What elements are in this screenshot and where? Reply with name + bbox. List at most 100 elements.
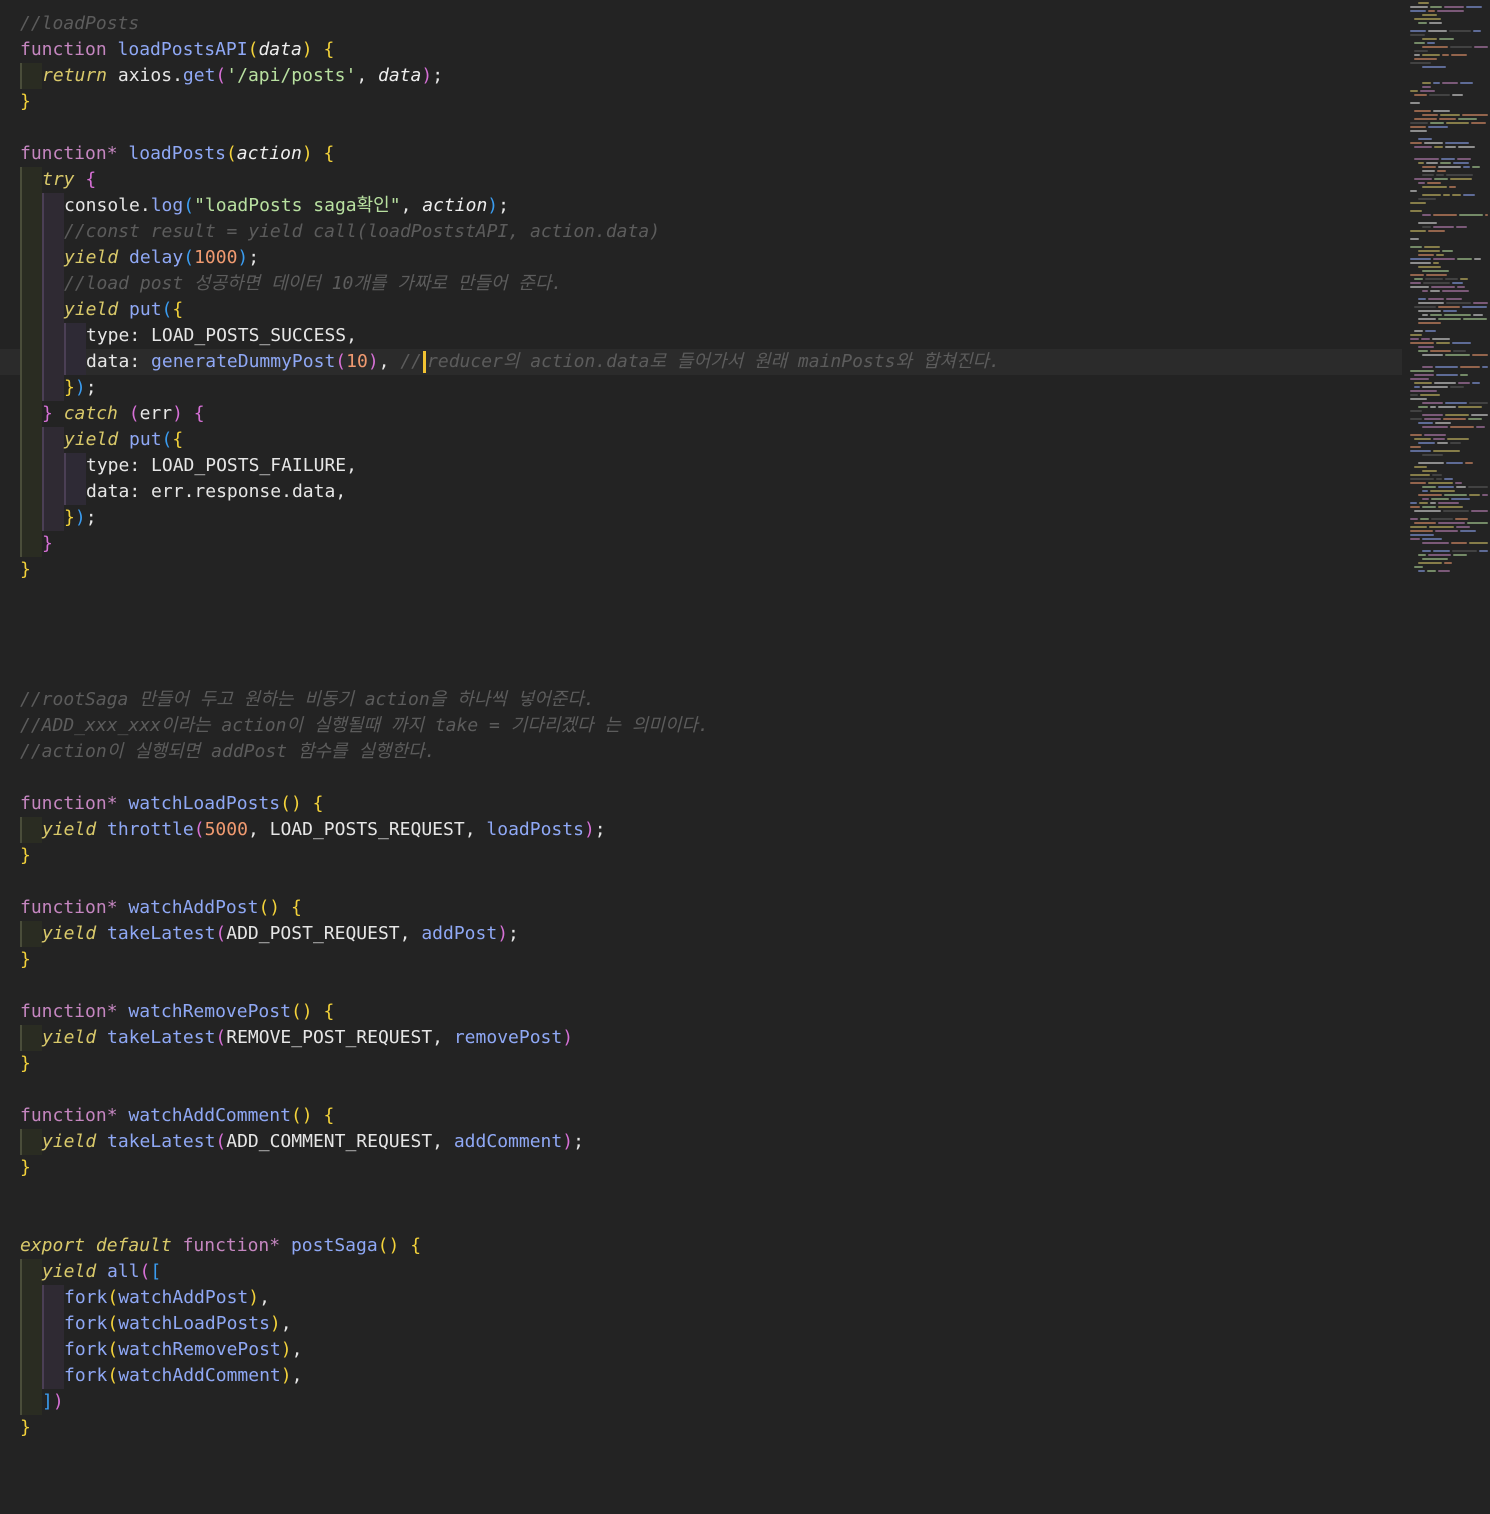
code-line[interactable]: fork(watchLoadPosts), <box>20 1311 1402 1337</box>
code-line[interactable]: } <box>20 531 1402 557</box>
indent-guide <box>42 1311 64 1337</box>
minimap-line <box>1410 130 1427 132</box>
minimap-line <box>1418 442 1435 444</box>
code-line[interactable]: ]) <box>20 1389 1402 1415</box>
code-line[interactable] <box>20 1207 1402 1233</box>
code-token: } <box>20 949 31 970</box>
code-line[interactable]: yield put({ <box>20 297 1402 323</box>
code-line[interactable]: function* watchLoadPosts() { <box>20 791 1402 817</box>
code-line[interactable]: function* watchRemovePost() { <box>20 999 1402 1025</box>
code-token: . <box>183 481 195 502</box>
code-line[interactable]: yield delay(1000); <box>20 245 1402 271</box>
minimap-line <box>1445 354 1470 356</box>
code-area[interactable]: //loadPosts function loadPostsAPI(data) {… <box>0 11 1402 1441</box>
code-line[interactable]: //rootSaga 만들어 두고 원하는 비동기 action을 하나씩 넣어… <box>20 687 1402 713</box>
code-line[interactable]: yield takeLatest(ADD_COMMENT_REQUEST, ad… <box>20 1129 1402 1155</box>
code-line[interactable]: //ADD_xxx_xxx이라는 action이 실행될때 까지 take = … <box>20 713 1402 739</box>
code-line[interactable]: yield put({ <box>20 427 1402 453</box>
code-line[interactable]: export default function* postSaga() { <box>20 1233 1402 1259</box>
minimap-line <box>1436 174 1444 176</box>
minimap-line <box>1456 226 1467 228</box>
minimap-line <box>1463 166 1470 168</box>
code-line[interactable]: yield takeLatest(ADD_POST_REQUEST, addPo… <box>20 921 1402 947</box>
code-line[interactable]: //action이 실행되면 addPost 함수를 실행한다. <box>20 739 1402 765</box>
minimap-line <box>1414 438 1431 440</box>
minimap-line <box>1438 506 1463 508</box>
code-line[interactable]: } <box>20 843 1402 869</box>
code-line[interactable]: } <box>20 947 1402 973</box>
minimap-line <box>1410 446 1421 448</box>
code-line[interactable] <box>20 973 1402 999</box>
code-line[interactable]: function* watchAddPost() { <box>20 895 1402 921</box>
minimap-line <box>1418 422 1433 424</box>
minimap-line <box>1410 378 1429 380</box>
minimap-line <box>1473 30 1481 32</box>
minimap-line <box>1418 562 1442 564</box>
code-line[interactable] <box>20 609 1402 635</box>
code-line[interactable]: } <box>20 1051 1402 1077</box>
code-line[interactable] <box>20 765 1402 791</box>
code-line[interactable]: function loadPostsAPI(data) { <box>20 37 1402 63</box>
minimap-line <box>1410 246 1422 248</box>
minimap-line <box>1455 518 1468 520</box>
code-line[interactable]: } <box>20 557 1402 583</box>
code-line[interactable] <box>20 115 1402 141</box>
code-line[interactable]: } <box>20 1415 1402 1441</box>
code-token: REMOVE_POST_REQUEST <box>226 1027 433 1048</box>
minimap-line <box>1422 226 1431 228</box>
code-line[interactable]: data: err.response.data, <box>20 479 1402 505</box>
minimap-line <box>1422 366 1433 368</box>
code-line[interactable]: function* loadPosts(action) { <box>20 141 1402 167</box>
code-line[interactable]: yield all([ <box>20 1259 1402 1285</box>
code-line[interactable]: yield takeLatest(REMOVE_POST_REQUEST, re… <box>20 1025 1402 1051</box>
code-line[interactable] <box>20 661 1402 687</box>
indent-guide <box>20 271 42 297</box>
minimap-line <box>1422 66 1446 68</box>
code-line[interactable]: } <box>20 1155 1402 1181</box>
minimap-line <box>1453 350 1466 352</box>
code-line[interactable]: type: LOAD_POSTS_FAILURE, <box>20 453 1402 479</box>
minimap[interactable] <box>1408 0 1490 580</box>
code-line[interactable] <box>20 1181 1402 1207</box>
code-line[interactable] <box>20 1077 1402 1103</box>
code-editor[interactable]: //loadPosts function loadPostsAPI(data) {… <box>0 0 1490 1514</box>
code-line[interactable]: }); <box>20 375 1402 401</box>
code-line[interactable]: type: LOAD_POSTS_SUCCESS, <box>20 323 1402 349</box>
code-line[interactable]: function* watchAddComment() { <box>20 1103 1402 1129</box>
minimap-line <box>1422 558 1448 560</box>
code-line[interactable]: data: generateDummyPost(10), //reducer의 … <box>0 349 1402 375</box>
code-line[interactable] <box>20 869 1402 895</box>
code-line[interactable]: fork(watchAddPost), <box>20 1285 1402 1311</box>
code-line[interactable]: } <box>20 89 1402 115</box>
minimap-line <box>1453 554 1467 556</box>
code-token: { <box>172 429 184 450</box>
code-line[interactable]: } catch (err) { <box>20 401 1402 427</box>
code-token: yield <box>64 299 119 320</box>
code-line[interactable]: return axios.get('/api/posts', data); <box>20 63 1402 89</box>
code-line[interactable]: fork(watchAddComment), <box>20 1363 1402 1389</box>
code-line[interactable]: //loadPosts <box>20 11 1402 37</box>
minimap-line <box>1429 526 1454 528</box>
minimap-line <box>1456 486 1466 488</box>
code-line[interactable]: yield throttle(5000, LOAD_POSTS_REQUEST,… <box>20 817 1402 843</box>
minimap-line <box>1435 422 1451 424</box>
code-token: ( <box>161 429 173 450</box>
code-line[interactable]: fork(watchRemovePost), <box>20 1337 1402 1363</box>
minimap-line <box>1410 142 1422 144</box>
indent-guide <box>20 1337 42 1363</box>
code-line[interactable]: try { <box>20 167 1402 193</box>
code-token: function <box>20 897 107 918</box>
minimap-line <box>1418 266 1441 268</box>
code-line[interactable]: }); <box>20 505 1402 531</box>
code-line[interactable]: console.log("loadPosts saga확인", action); <box>20 193 1402 219</box>
code-line[interactable]: //const result = yield call(loadPoststAP… <box>20 219 1402 245</box>
code-line[interactable] <box>20 583 1402 609</box>
minimap-line <box>1452 94 1463 96</box>
code-line[interactable]: //load post 성공하면 데이터 10개를 가짜로 만들어 준다. <box>20 271 1402 297</box>
minimap-line <box>1433 110 1450 112</box>
minimap-line <box>1472 166 1480 168</box>
code-line[interactable] <box>20 635 1402 661</box>
